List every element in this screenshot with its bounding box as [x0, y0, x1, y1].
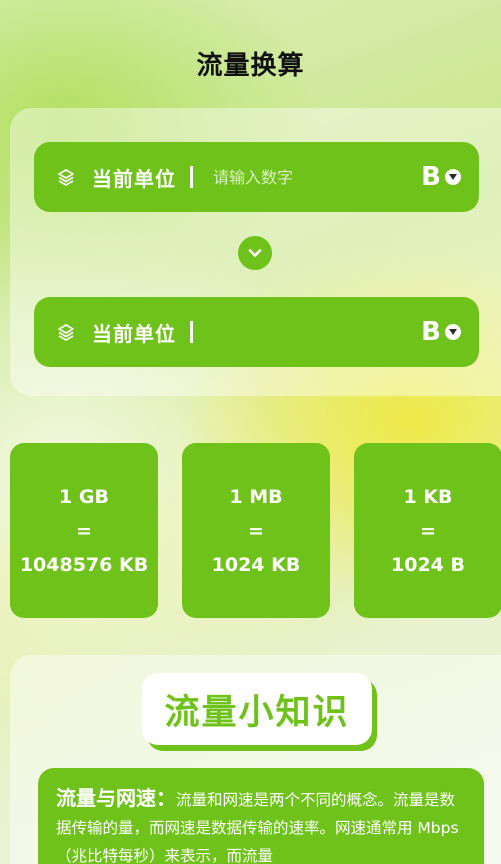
card-top: 1 KB [403, 485, 453, 508]
swap-button[interactable] [238, 236, 272, 270]
card-bottom: 1024 B [391, 553, 465, 576]
layers-icon [58, 169, 74, 186]
from-number-input[interactable] [213, 167, 422, 187]
knowledge-heading: 流量与网速： [56, 786, 176, 810]
to-unit-label: 当前单位 [92, 321, 176, 346]
card-top: 1 MB [229, 485, 283, 508]
card-equals: = [248, 519, 264, 542]
card-top: 1 GB [59, 485, 109, 508]
to-unit-row: 当前单位 B [34, 297, 479, 367]
conversion-card-kb: 1 KB = 1024 B [354, 443, 501, 618]
converter-panel: 当前单位 B 当前单位 B [10, 108, 501, 396]
chevron-down-icon [248, 249, 262, 257]
chevron-down-icon[interactable] [445, 324, 461, 340]
conversion-card-gb: 1 GB = 1048576 KB [10, 443, 158, 618]
chevron-down-icon[interactable] [445, 169, 461, 185]
layers-icon [58, 324, 74, 341]
text-cursor [190, 166, 193, 188]
text-cursor [190, 321, 193, 343]
card-equals: = [76, 519, 92, 542]
from-unit-value[interactable]: B [421, 162, 441, 192]
knowledge-title: 流量小知识 [142, 673, 372, 745]
from-unit-row: 当前单位 B [34, 142, 479, 212]
page-title: 流量换算 [196, 51, 305, 81]
card-bottom: 1024 KB [211, 553, 301, 576]
conversion-card-mb: 1 MB = 1024 KB [182, 443, 330, 618]
to-unit-value[interactable]: B [421, 317, 441, 347]
card-equals: = [420, 519, 436, 542]
from-unit-label: 当前单位 [92, 166, 176, 191]
knowledge-card: 流量与网速：流量和网速是两个不同的概念。流量是数据传输的量，而网速是数据传输的速… [38, 768, 484, 864]
conversion-cards: 1 GB = 1048576 KB 1 MB = 1024 KB 1 KB = … [10, 443, 501, 618]
knowledge-panel: 流量小知识 流量与网速：流量和网速是两个不同的概念。流量是数据传输的量，而网速是… [10, 655, 501, 864]
card-bottom: 1048576 KB [19, 553, 149, 576]
